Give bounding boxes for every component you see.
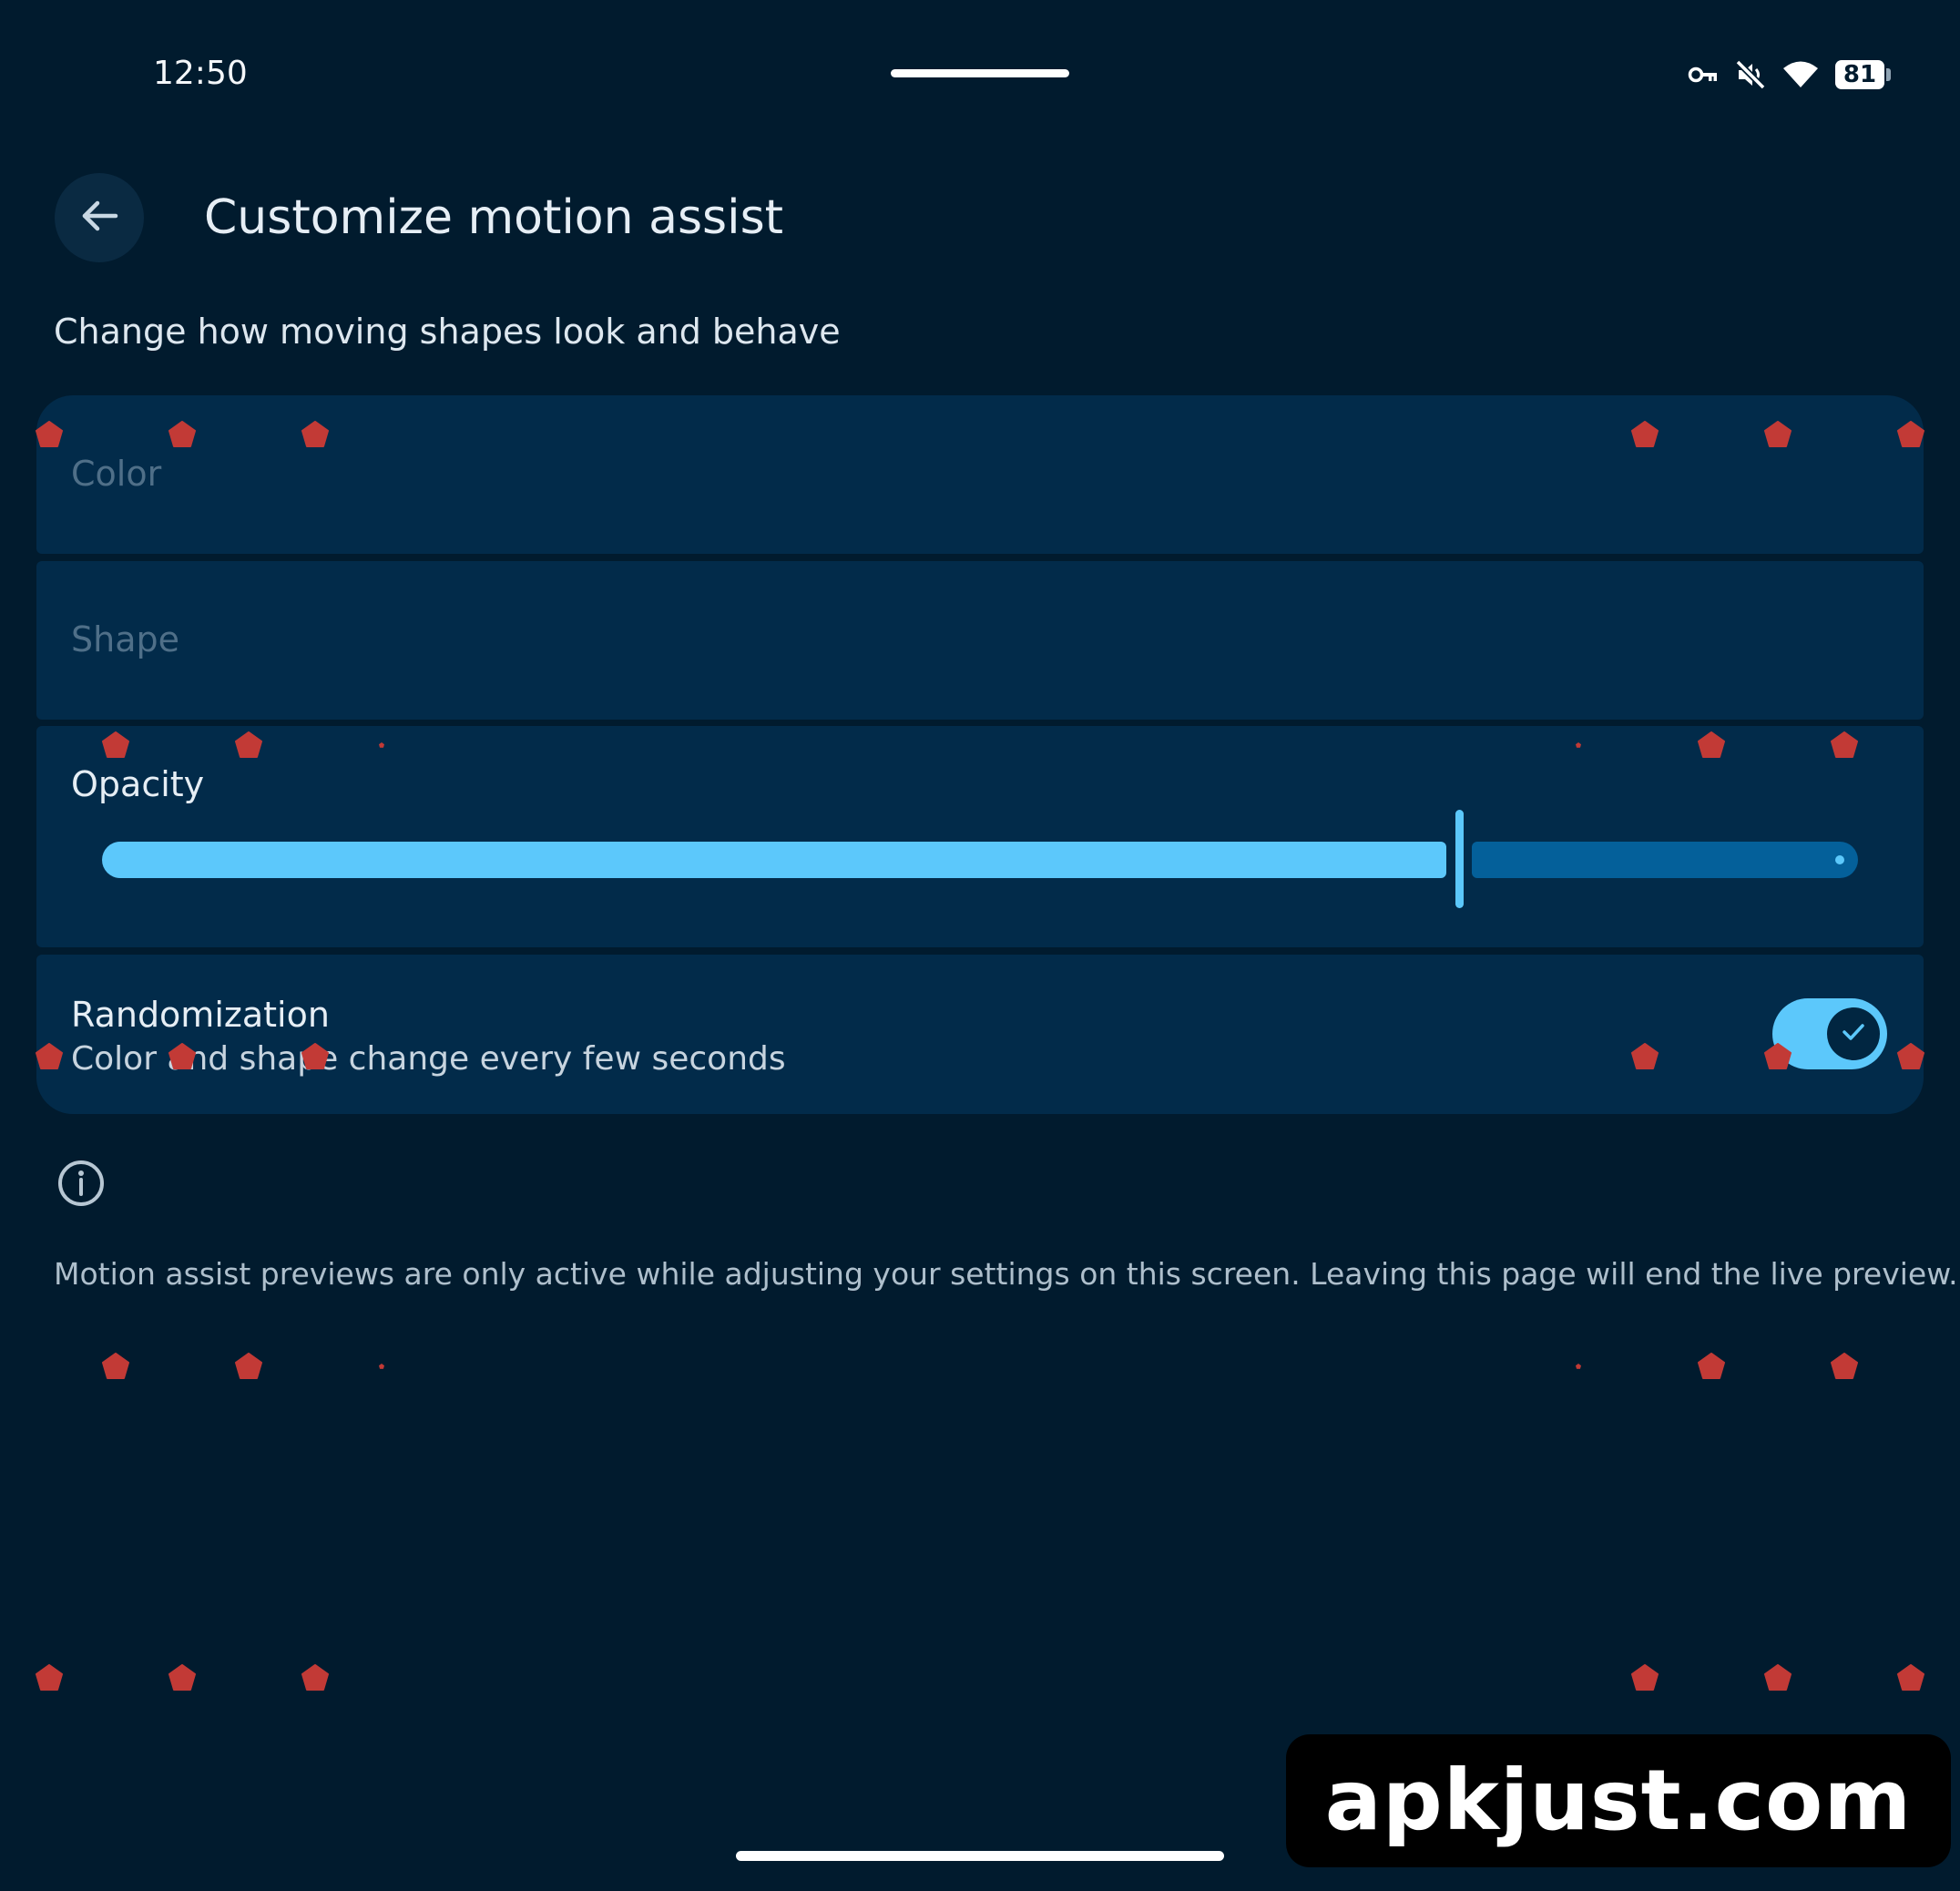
motion-preview-dot	[1698, 731, 1725, 758]
toggle-knob	[1827, 1007, 1880, 1060]
shape-setting: Shape	[36, 561, 1924, 720]
check-icon	[1840, 1018, 1867, 1049]
back-button[interactable]	[55, 173, 144, 262]
motion-preview-dot	[102, 731, 129, 758]
motion-preview-dot	[1698, 1353, 1725, 1379]
motion-preview-dot	[36, 1664, 63, 1691]
motion-preview-dot	[102, 1353, 129, 1379]
battery-icon: 81	[1835, 60, 1891, 89]
motion-preview-dot	[1764, 421, 1792, 447]
motion-preview-dot	[301, 1664, 329, 1691]
motion-preview-dot	[1764, 1664, 1792, 1691]
motion-preview-dot	[168, 1664, 196, 1691]
motion-preview-dot	[235, 731, 262, 758]
opacity-setting: Opacity	[36, 726, 1924, 947]
motion-preview-dot	[1831, 731, 1858, 758]
info-icon	[56, 1159, 106, 1208]
info-text: Motion assist previews are only active w…	[54, 1256, 1958, 1292]
motion-preview-dot	[1576, 742, 1581, 748]
motion-preview-dot	[1631, 1043, 1659, 1069]
motion-preview-dot	[168, 1043, 196, 1069]
watermark-text: apkjust.com	[1324, 1752, 1913, 1849]
opacity-label: Opacity	[71, 764, 205, 804]
page-subtitle: Change how moving shapes look and behave	[54, 312, 841, 352]
battery-level: 81	[1835, 60, 1884, 89]
motion-preview-dot	[379, 742, 384, 748]
motion-preview-dot	[168, 421, 196, 447]
motion-preview-dot	[36, 1043, 63, 1069]
watermark: apkjust.com	[1286, 1734, 1951, 1867]
motion-preview-dot	[1576, 1364, 1581, 1369]
shape-label: Shape	[71, 619, 179, 659]
color-label: Color	[71, 454, 162, 494]
motion-preview-dot	[1631, 1664, 1659, 1691]
status-time: 12:50	[153, 55, 248, 92]
arrow-back-icon	[79, 196, 119, 240]
wifi-icon	[1782, 60, 1819, 89]
motion-preview-dot	[379, 1364, 384, 1369]
motion-preview-dot	[301, 1043, 329, 1069]
motion-preview-dot	[235, 1353, 262, 1379]
color-setting: Color	[36, 395, 1924, 554]
randomization-setting[interactable]: Randomization Color and shape change eve…	[36, 955, 1924, 1114]
opacity-slider-stop-indicator	[1835, 855, 1844, 864]
vpn-key-icon	[1688, 65, 1719, 85]
page-title: Customize motion assist	[204, 190, 784, 245]
status-icons: 81	[1688, 55, 1891, 95]
opacity-slider-active-track[interactable]	[102, 842, 1446, 878]
randomization-label: Randomization	[71, 995, 330, 1035]
opacity-slider-inactive-track[interactable]	[1472, 842, 1858, 878]
opacity-slider-thumb[interactable]	[1455, 810, 1464, 908]
motion-preview-dot	[1897, 421, 1924, 447]
navigation-handle[interactable]	[736, 1851, 1224, 1861]
muted-icon	[1735, 59, 1766, 90]
motion-preview-dot	[36, 421, 63, 447]
motion-preview-dot	[301, 421, 329, 447]
motion-preview-dot	[1831, 1353, 1858, 1379]
motion-preview-dot	[1631, 421, 1659, 447]
motion-preview-dot	[1897, 1043, 1924, 1069]
motion-preview-dot	[1764, 1043, 1792, 1069]
motion-preview-dot	[1897, 1664, 1924, 1691]
top-drag-handle[interactable]	[891, 69, 1069, 77]
